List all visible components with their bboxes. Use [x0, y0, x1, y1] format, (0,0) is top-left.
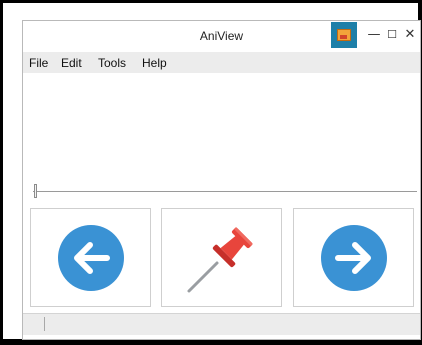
pushpin-icon: [187, 226, 253, 292]
app-window: AniView — ☐ ✕ File Edit Tools Help: [22, 20, 421, 340]
menu-bar: File Edit Tools Help: [23, 52, 420, 73]
window-title: AniView: [199, 29, 244, 43]
app-image-icon-button[interactable]: [331, 22, 357, 48]
minimize-button[interactable]: —: [365, 23, 383, 47]
screen-frame: AniView — ☐ ✕ File Edit Tools Help: [0, 0, 422, 345]
arrow-left-icon: [57, 224, 124, 291]
animation-display-area: [23, 73, 420, 183]
slider-track: [33, 191, 417, 192]
next-frame-button[interactable]: [293, 208, 414, 307]
frame-slider[interactable]: [33, 184, 417, 200]
menu-file[interactable]: File: [29, 56, 48, 70]
status-bar: [23, 313, 420, 335]
previous-frame-button[interactable]: [30, 208, 151, 307]
menu-tools[interactable]: Tools: [98, 56, 126, 70]
maximize-button[interactable]: ☐: [383, 23, 401, 47]
title-bar[interactable]: AniView — ☐ ✕: [23, 21, 420, 52]
menu-edit[interactable]: Edit: [61, 56, 82, 70]
menu-help[interactable]: Help: [142, 56, 167, 70]
close-button[interactable]: ✕: [401, 23, 419, 47]
slider-thumb[interactable]: [34, 184, 37, 198]
arrow-right-icon: [320, 224, 387, 291]
image-icon: [337, 29, 351, 41]
pin-frame-button[interactable]: [161, 208, 282, 307]
status-separator: [44, 317, 45, 331]
